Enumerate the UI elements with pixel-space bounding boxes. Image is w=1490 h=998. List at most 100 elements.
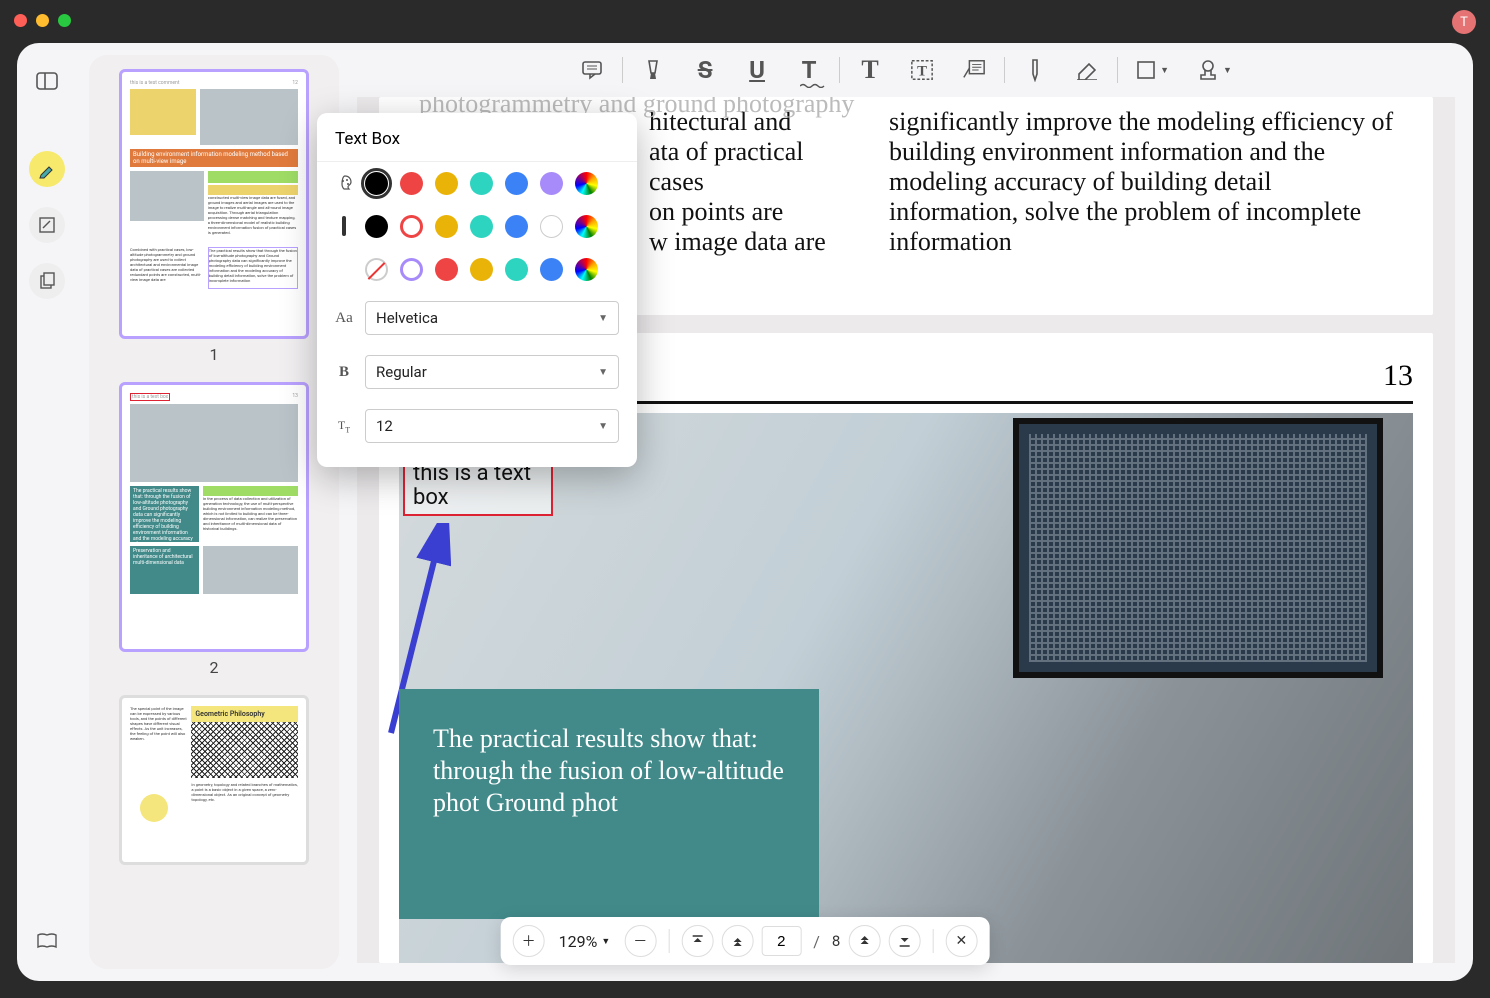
- thumb-body-text: In the process of data collection and ut…: [203, 496, 298, 538]
- text-tool-icon[interactable]: T: [858, 58, 882, 82]
- thumbnail-page-1[interactable]: this is a test comment 12 Building enviro…: [103, 69, 325, 364]
- current-page-input[interactable]: [761, 926, 801, 956]
- textbox-tool-icon[interactable]: T: [910, 58, 934, 82]
- thumbnail-page-2[interactable]: this is a text box13 The practical resul…: [103, 382, 325, 677]
- thumb-image-placeholder: [130, 171, 204, 221]
- thumb-section-title: Geometric Philosophy: [191, 706, 298, 722]
- thumbnail-number: 2: [103, 658, 325, 677]
- thumb-highlight: [130, 89, 196, 135]
- window-close-button[interactable]: [14, 14, 27, 27]
- callout-tool-icon[interactable]: [962, 58, 986, 82]
- eraser-tool-icon[interactable]: [1075, 58, 1099, 82]
- font-weight-select[interactable]: Regular▼: [365, 355, 619, 389]
- zoom-in-button[interactable]: ＋: [513, 925, 545, 957]
- pen-tool-icon[interactable]: [1023, 58, 1047, 82]
- page-body-text: hitectural and ata of practical cases on…: [649, 107, 859, 257]
- stroke-color-swatch[interactable]: [470, 215, 493, 238]
- text-color-swatch[interactable]: [435, 172, 458, 195]
- thumb-teal-block: Preservation and inheritance of architec…: [130, 546, 199, 594]
- comment-tool-icon[interactable]: [580, 58, 604, 82]
- squiggly-tool-icon[interactable]: T: [797, 58, 821, 82]
- zoom-out-button[interactable]: －: [624, 925, 656, 957]
- pager-divider: [932, 929, 933, 953]
- prev-page-button[interactable]: [721, 925, 753, 957]
- thumb-page-number: 12: [292, 80, 298, 86]
- stroke-icon: [335, 218, 353, 235]
- stroke-color-swatch[interactable]: [365, 215, 388, 238]
- thumb-body-text: Combined with practical cases, low-altit…: [130, 247, 204, 289]
- thumb-shape: [140, 794, 168, 822]
- thumb-header-note: this is a text box: [130, 393, 170, 401]
- stroke-color-swatch[interactable]: [505, 215, 528, 238]
- thumb-highlight: [208, 185, 298, 195]
- thumb-body-text: The practical results show that through …: [208, 247, 298, 289]
- thumb-body-text: constructed multi-view image data are fu…: [208, 195, 298, 243]
- stamp-tool-icon[interactable]: ▼: [1197, 58, 1232, 82]
- page-separator: /: [809, 932, 824, 951]
- fill-color-custom[interactable]: [575, 258, 598, 281]
- svg-text:T: T: [917, 64, 927, 80]
- stroke-color-swatch[interactable]: [400, 215, 423, 238]
- fill-color-swatch[interactable]: [505, 258, 528, 281]
- thumb-title-block: Building environment information modelin…: [130, 149, 298, 167]
- last-page-button[interactable]: [888, 925, 920, 957]
- documents-tool-button[interactable]: [29, 263, 65, 299]
- text-color-custom[interactable]: [575, 172, 598, 195]
- shape-tool-icon[interactable]: ▼: [1136, 58, 1169, 82]
- annotation-toolbar: S U T T T ▼ ▼: [357, 43, 1455, 97]
- font-size-icon: TT: [335, 418, 353, 434]
- thumb-highlight: [208, 171, 298, 183]
- text-color-swatch[interactable]: [365, 172, 388, 195]
- thumb-highlight: [203, 486, 298, 496]
- page-number: 13: [1383, 359, 1413, 393]
- thumb-image-placeholder: [191, 722, 298, 778]
- page-navigation-bar: ＋ 129%▼ － / 8 ✕: [501, 917, 990, 965]
- highlight-tool-icon[interactable]: [641, 58, 665, 82]
- stroke-color-custom[interactable]: [575, 215, 598, 238]
- stroke-color-swatch[interactable]: [540, 215, 563, 238]
- image-monitor: [1013, 418, 1383, 678]
- reader-mode-button[interactable]: [29, 923, 65, 959]
- zoom-level-select[interactable]: 129%▼: [553, 932, 617, 951]
- close-pager-button[interactable]: ✕: [945, 925, 977, 957]
- next-page-button[interactable]: [848, 925, 880, 957]
- fill-none-swatch[interactable]: [365, 258, 388, 281]
- text-color-swatch[interactable]: [540, 172, 563, 195]
- thumbnail-number: 1: [103, 345, 325, 364]
- text-color-swatch[interactable]: [400, 172, 423, 195]
- text-color-swatch[interactable]: [470, 172, 493, 195]
- fill-color-swatch[interactable]: [435, 258, 458, 281]
- window-zoom-button[interactable]: [58, 14, 71, 27]
- textbox-popover: Text Box: [317, 113, 637, 467]
- popover-title: Text Box: [317, 113, 637, 162]
- annotate-tool-button[interactable]: [29, 207, 65, 243]
- font-family-icon: Aa: [335, 310, 353, 327]
- thumbnails-panel[interactable]: this is a test comment12 Building enviro…: [89, 55, 339, 969]
- user-avatar[interactable]: T: [1452, 10, 1476, 34]
- font-size-select[interactable]: 12▼: [365, 409, 619, 443]
- highlighter-tool-button[interactable]: [29, 151, 65, 187]
- thumb-image-placeholder: [203, 546, 298, 594]
- underline-tool-icon[interactable]: U: [745, 58, 769, 82]
- font-family-select[interactable]: Helvetica▼: [365, 301, 619, 335]
- app-frame: this is a test comment12 Building enviro…: [17, 43, 1473, 981]
- thumb-image-placeholder: [130, 404, 298, 482]
- page-teal-block: The practical results show that: through…: [399, 689, 819, 919]
- stroke-color-swatch[interactable]: [435, 215, 458, 238]
- fill-color-swatch[interactable]: [400, 258, 423, 281]
- thumbnail-page-3[interactable]: The special point of the image can be ex…: [103, 695, 325, 865]
- thumb-image-placeholder: [200, 89, 298, 145]
- fill-color-swatch[interactable]: [540, 258, 563, 281]
- fill-color-swatch[interactable]: [470, 258, 493, 281]
- pager-divider: [668, 929, 669, 953]
- thumb-body-text: The special point of the image can be ex…: [130, 706, 187, 766]
- strikethrough-tool-icon[interactable]: S: [693, 58, 717, 82]
- fill-color-row: [317, 248, 637, 291]
- first-page-button[interactable]: [681, 925, 713, 957]
- text-color-swatch[interactable]: [505, 172, 528, 195]
- toggle-sidebar-button[interactable]: [29, 63, 65, 99]
- window-minimize-button[interactable]: [36, 14, 49, 27]
- thumb-teal-block: The practical results show that: through…: [130, 486, 199, 542]
- text-color-row: [317, 162, 637, 205]
- thumb-header-note: this is a test comment: [130, 80, 179, 86]
